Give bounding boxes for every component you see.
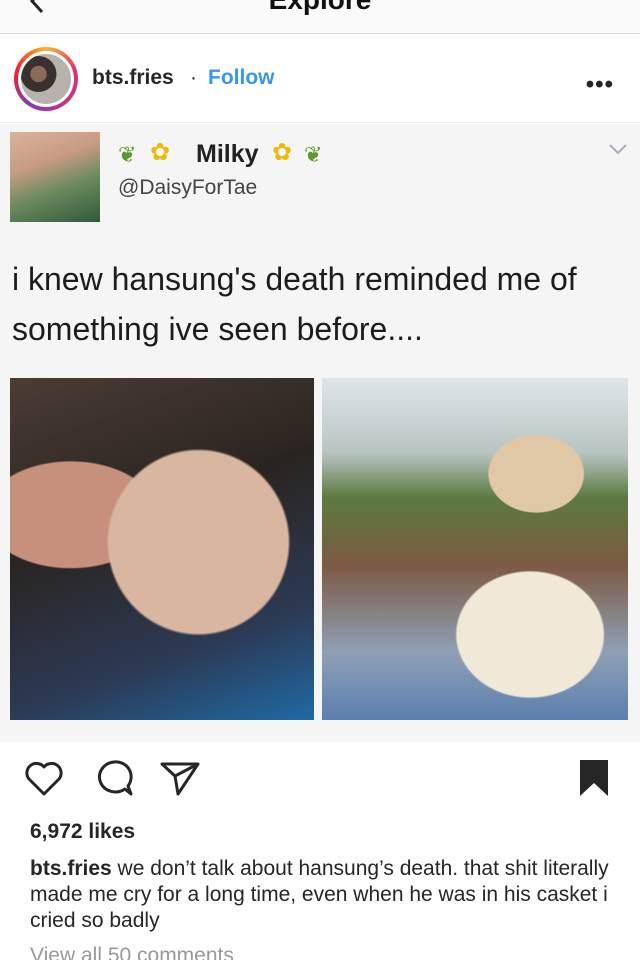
flower-icon: ✿ (150, 139, 171, 166)
top-nav-bar: Explore (0, 0, 640, 34)
share-icon[interactable] (158, 756, 202, 800)
tweet-text: i knew hansung's death reminded me of so… (12, 261, 577, 347)
tweet-avatar (10, 132, 100, 222)
chevron-down-icon (609, 144, 627, 155)
photo-right (322, 378, 628, 720)
nav-title: Explore (0, 0, 640, 16)
tweet-display-name: Milky (196, 140, 259, 168)
action-bar (0, 742, 640, 812)
caption-text: we don’t talk about hansung’s death. tha… (30, 857, 609, 932)
tweet-handle: @DaisyForTae (118, 176, 258, 199)
bookmark-icon[interactable] (572, 756, 616, 800)
photo-left (10, 378, 314, 720)
flower-icon: ✿ (272, 139, 293, 166)
post-username[interactable]: bts.fries (92, 66, 174, 90)
leaf-icon: ❦ (118, 142, 137, 167)
comment-icon[interactable] (92, 756, 136, 800)
likes-count[interactable]: 6,972 likes (30, 820, 135, 844)
post-image[interactable]: ❦ ✿ Milky ✿ ❦ @DaisyForTae i knew hansun… (0, 124, 640, 742)
avatar[interactable] (18, 51, 74, 107)
caption-username[interactable]: bts.fries (30, 857, 112, 880)
separator-dot: · (190, 66, 197, 89)
follow-button[interactable]: Follow (208, 66, 275, 90)
story-ring[interactable] (14, 47, 78, 111)
heart-icon[interactable] (22, 756, 66, 800)
view-comments-link[interactable]: View all 50 comments (30, 944, 234, 960)
leaf-icon: ❦ (304, 142, 323, 167)
caption: bts.fries we don’t talk about hansung’s … (30, 856, 620, 934)
more-options-icon[interactable]: ••• (586, 71, 614, 99)
